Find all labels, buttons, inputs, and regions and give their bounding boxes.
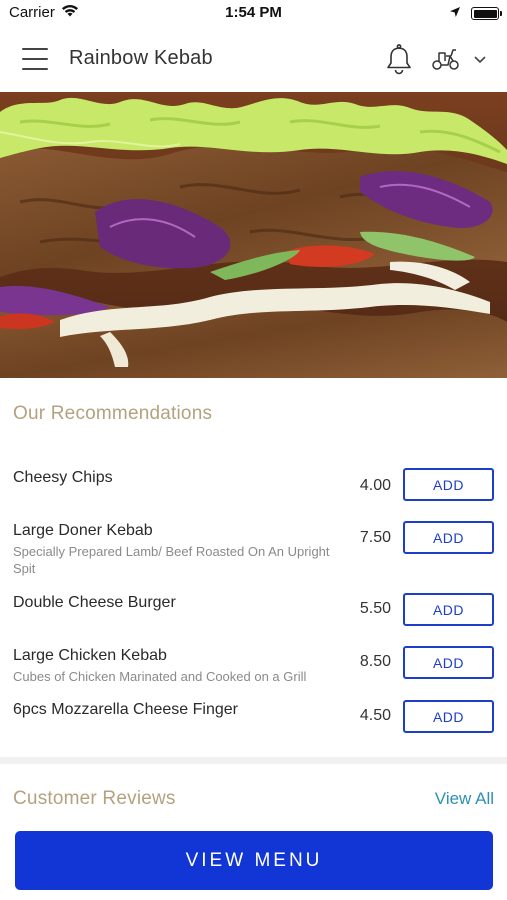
bell-icon[interactable] [385, 43, 413, 75]
app-title: Rainbow Kebab [69, 47, 213, 69]
view-all-link[interactable]: View All [435, 789, 494, 809]
app-header: Rainbow Kebab [0, 26, 507, 92]
item-price: 8.50 [359, 653, 391, 670]
item-description: Specially Prepared Lamb/ Beef Roasted On… [13, 544, 330, 576]
view-menu-button[interactable]: VIEW MENU [15, 831, 493, 890]
hero-kebab-image [0, 92, 507, 378]
status-right [449, 5, 502, 22]
item-name: Large Doner Kebab [13, 522, 153, 539]
status-time: 1:54 PM [225, 4, 282, 21]
add-button[interactable]: ADD [403, 646, 494, 679]
battery-icon [471, 7, 502, 20]
chevron-down-icon[interactable] [473, 53, 487, 65]
add-button[interactable]: ADD [403, 468, 494, 501]
location-arrow-icon [449, 5, 461, 22]
item-price: 4.50 [359, 707, 391, 724]
add-button[interactable]: ADD [403, 521, 494, 554]
item-name: Cheesy Chips [13, 469, 113, 486]
add-button[interactable]: ADD [403, 593, 494, 626]
scooter-icon[interactable] [431, 46, 461, 72]
reviews-title: Customer Reviews [13, 788, 176, 809]
item-price: 4.00 [359, 477, 391, 494]
item-name: Large Chicken Kebab [13, 647, 167, 664]
item-price: 7.50 [359, 529, 391, 546]
add-button[interactable]: ADD [403, 700, 494, 733]
item-name: 6pcs Mozzarella Cheese Finger [13, 701, 238, 718]
item-price: 5.50 [359, 600, 391, 617]
item-name: Double Cheese Burger [13, 594, 176, 611]
hamburger-menu-icon[interactable] [22, 48, 48, 70]
item-description: Cubes of Chicken Marinated and Cooked on… [13, 669, 307, 684]
recommendations-title: Our Recommendations [13, 403, 213, 424]
status-bar: Carrier 1:54 PM [0, 0, 507, 26]
section-divider [0, 757, 507, 764]
